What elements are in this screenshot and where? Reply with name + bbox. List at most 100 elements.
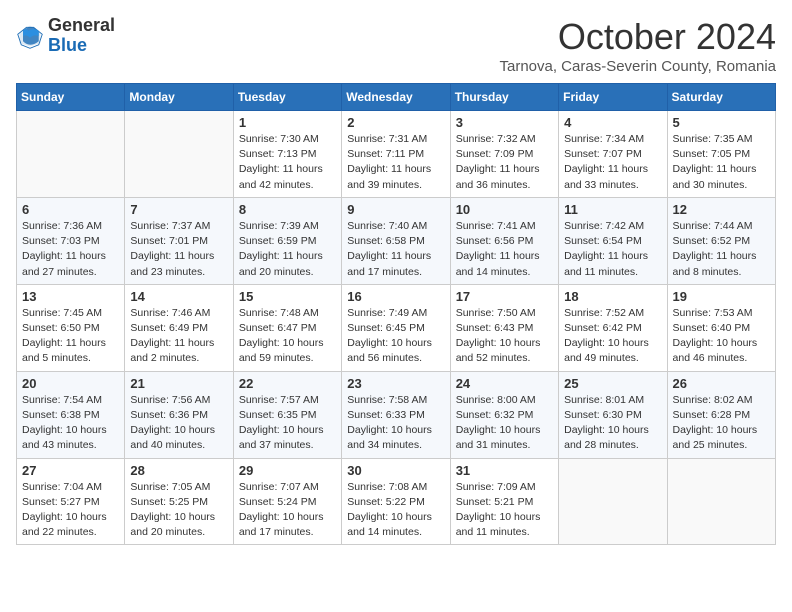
day-info: Sunrise: 7:30 AM Sunset: 7:13 PM Dayligh…: [239, 132, 336, 193]
day-number: 7: [130, 202, 227, 217]
day-header-friday: Friday: [559, 84, 667, 111]
day-number: 3: [456, 115, 553, 130]
day-info: Sunrise: 8:00 AM Sunset: 6:32 PM Dayligh…: [456, 393, 553, 454]
page-header: General Blue October 2024 Tarnova, Caras…: [16, 16, 776, 75]
calendar-cell: 9 Sunrise: 7:40 AM Sunset: 6:58 PM Daylig…: [342, 197, 450, 284]
day-info: Sunrise: 7:54 AM Sunset: 6:38 PM Dayligh…: [22, 393, 119, 454]
day-number: 21: [130, 376, 227, 391]
day-number: 1: [239, 115, 336, 130]
calendar-week-4: 20 Sunrise: 7:54 AM Sunset: 6:38 PM Dayli…: [17, 371, 776, 458]
calendar-week-1: 1 Sunrise: 7:30 AM Sunset: 7:13 PM Daylig…: [17, 111, 776, 198]
day-info: Sunrise: 7:40 AM Sunset: 6:58 PM Dayligh…: [347, 219, 444, 280]
day-number: 27: [22, 463, 119, 478]
day-number: 12: [673, 202, 770, 217]
day-info: Sunrise: 7:41 AM Sunset: 6:56 PM Dayligh…: [456, 219, 553, 280]
calendar-cell: 26 Sunrise: 8:02 AM Sunset: 6:28 PM Dayli…: [667, 371, 775, 458]
day-info: Sunrise: 7:31 AM Sunset: 7:11 PM Dayligh…: [347, 132, 444, 193]
calendar-cell: 8Sunrise: 7:39 AM Sunset: 6:59 PM Daylig…: [233, 197, 341, 284]
day-header-tuesday: Tuesday: [233, 84, 341, 111]
calendar-cell: 31 Sunrise: 7:09 AM Sunset: 5:21 PM Dayli…: [450, 458, 558, 545]
calendar-cell: 23Sunrise: 7:58 AM Sunset: 6:33 PM Dayli…: [342, 371, 450, 458]
day-header-monday: Monday: [125, 84, 233, 111]
month-title: October 2024: [499, 16, 776, 58]
day-info: Sunrise: 7:08 AM Sunset: 5:22 PM Dayligh…: [347, 480, 444, 541]
day-info: Sunrise: 7:50 AM Sunset: 6:43 PM Dayligh…: [456, 306, 553, 367]
day-number: 29: [239, 463, 336, 478]
calendar-cell: 15 Sunrise: 7:48 AM Sunset: 6:47 PM Dayli…: [233, 284, 341, 371]
logo-text: General Blue: [48, 16, 115, 56]
day-number: 8: [239, 202, 336, 217]
calendar-cell: 25 Sunrise: 8:01 AM Sunset: 6:30 PM Dayli…: [559, 371, 667, 458]
day-number: 14: [130, 289, 227, 304]
day-number: 15: [239, 289, 336, 304]
day-number: 23: [347, 376, 444, 391]
day-number: 4: [564, 115, 661, 130]
day-info: Sunrise: 7:07 AM Sunset: 5:24 PM Dayligh…: [239, 480, 336, 541]
day-info: Sunrise: 7:45 AM Sunset: 6:50 PM Dayligh…: [22, 306, 119, 367]
day-number: 28: [130, 463, 227, 478]
logo-general: General: [48, 15, 115, 35]
day-info: Sunrise: 7:42 AM Sunset: 6:54 PM Dayligh…: [564, 219, 661, 280]
day-info: Sunrise: 7:53 AM Sunset: 6:40 PM Dayligh…: [673, 306, 770, 367]
day-header-sunday: Sunday: [17, 84, 125, 111]
day-number: 30: [347, 463, 444, 478]
day-info: Sunrise: 7:35 AM Sunset: 7:05 PM Dayligh…: [673, 132, 770, 193]
day-number: 22: [239, 376, 336, 391]
calendar-cell: 5 Sunrise: 7:35 AM Sunset: 7:05 PM Daylig…: [667, 111, 775, 198]
day-info: Sunrise: 7:09 AM Sunset: 5:21 PM Dayligh…: [456, 480, 553, 541]
calendar-cell: 28Sunrise: 7:05 AM Sunset: 5:25 PM Dayli…: [125, 458, 233, 545]
day-header-saturday: Saturday: [667, 84, 775, 111]
day-number: 19: [673, 289, 770, 304]
day-info: Sunrise: 7:49 AM Sunset: 6:45 PM Dayligh…: [347, 306, 444, 367]
calendar-cell: [125, 111, 233, 198]
calendar-cell: 14 Sunrise: 7:46 AM Sunset: 6:49 PM Dayli…: [125, 284, 233, 371]
calendar-cell: 11 Sunrise: 7:42 AM Sunset: 6:54 PM Dayli…: [559, 197, 667, 284]
calendar-cell: 12 Sunrise: 7:44 AM Sunset: 6:52 PM Dayli…: [667, 197, 775, 284]
day-info: Sunrise: 8:02 AM Sunset: 6:28 PM Dayligh…: [673, 393, 770, 454]
day-info: Sunrise: 7:37 AM Sunset: 7:01 PM Dayligh…: [130, 219, 227, 280]
day-number: 18: [564, 289, 661, 304]
calendar-cell: [17, 111, 125, 198]
calendar-cell: 6Sunrise: 7:36 AM Sunset: 7:03 PM Daylig…: [17, 197, 125, 284]
calendar-cell: 24 Sunrise: 8:00 AM Sunset: 6:32 PM Dayli…: [450, 371, 558, 458]
calendar-cell: 27 Sunrise: 7:04 AM Sunset: 5:27 PM Dayli…: [17, 458, 125, 545]
calendar-cell: 1 Sunrise: 7:30 AM Sunset: 7:13 PM Daylig…: [233, 111, 341, 198]
calendar-cell: 16 Sunrise: 7:49 AM Sunset: 6:45 PM Dayli…: [342, 284, 450, 371]
day-number: 10: [456, 202, 553, 217]
calendar-cell: 19 Sunrise: 7:53 AM Sunset: 6:40 PM Dayli…: [667, 284, 775, 371]
day-number: 11: [564, 202, 661, 217]
calendar-header-row: SundayMondayTuesdayWednesdayThursdayFrid…: [17, 84, 776, 111]
day-info: Sunrise: 7:04 AM Sunset: 5:27 PM Dayligh…: [22, 480, 119, 541]
day-number: 26: [673, 376, 770, 391]
calendar-table: SundayMondayTuesdayWednesdayThursdayFrid…: [16, 83, 776, 545]
day-info: Sunrise: 8:01 AM Sunset: 6:30 PM Dayligh…: [564, 393, 661, 454]
day-number: 5: [673, 115, 770, 130]
day-number: 20: [22, 376, 119, 391]
calendar-cell: 7 Sunrise: 7:37 AM Sunset: 7:01 PM Daylig…: [125, 197, 233, 284]
calendar-cell: 4 Sunrise: 7:34 AM Sunset: 7:07 PM Daylig…: [559, 111, 667, 198]
logo: General Blue: [16, 16, 115, 56]
calendar-cell: 18Sunrise: 7:52 AM Sunset: 6:42 PM Dayli…: [559, 284, 667, 371]
day-number: 25: [564, 376, 661, 391]
day-number: 2: [347, 115, 444, 130]
calendar-cell: [559, 458, 667, 545]
calendar-cell: 20 Sunrise: 7:54 AM Sunset: 6:38 PM Dayli…: [17, 371, 125, 458]
day-number: 9: [347, 202, 444, 217]
day-number: 17: [456, 289, 553, 304]
day-number: 31: [456, 463, 553, 478]
day-number: 24: [456, 376, 553, 391]
calendar-week-3: 13 Sunrise: 7:45 AM Sunset: 6:50 PM Dayli…: [17, 284, 776, 371]
day-number: 6: [22, 202, 119, 217]
calendar-cell: 10 Sunrise: 7:41 AM Sunset: 6:56 PM Dayli…: [450, 197, 558, 284]
day-number: 16: [347, 289, 444, 304]
day-info: Sunrise: 7:34 AM Sunset: 7:07 PM Dayligh…: [564, 132, 661, 193]
logo-icon: [16, 22, 44, 50]
calendar-cell: [667, 458, 775, 545]
day-info: Sunrise: 7:46 AM Sunset: 6:49 PM Dayligh…: [130, 306, 227, 367]
calendar-week-2: 6Sunrise: 7:36 AM Sunset: 7:03 PM Daylig…: [17, 197, 776, 284]
logo-blue: Blue: [48, 35, 87, 55]
day-header-thursday: Thursday: [450, 84, 558, 111]
day-info: Sunrise: 7:48 AM Sunset: 6:47 PM Dayligh…: [239, 306, 336, 367]
day-number: 13: [22, 289, 119, 304]
day-info: Sunrise: 7:44 AM Sunset: 6:52 PM Dayligh…: [673, 219, 770, 280]
